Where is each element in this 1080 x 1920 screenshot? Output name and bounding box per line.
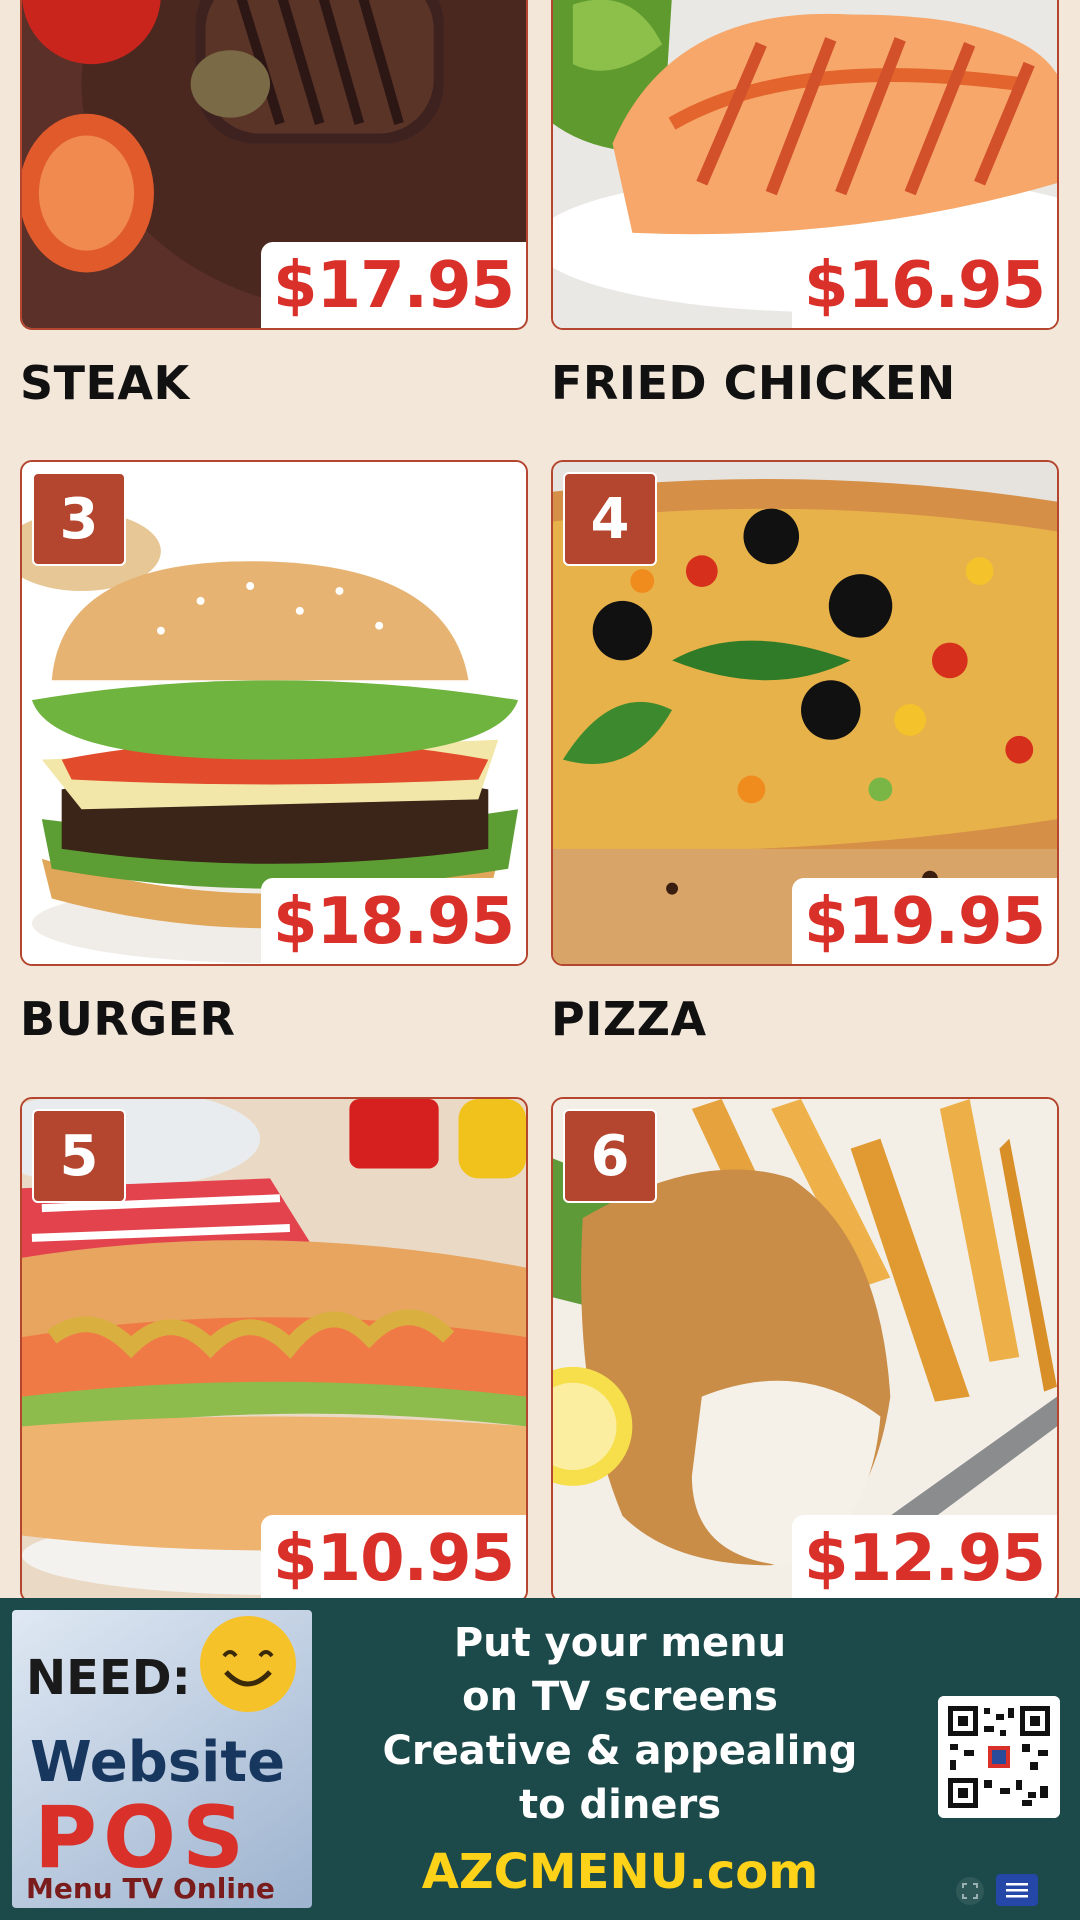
menu-card-steak[interactable]: $17.95 (20, 0, 528, 330)
hamburger-menu-icon[interactable] (996, 1874, 1038, 1906)
price-label: $18.95 (273, 885, 515, 959)
price-tag: $18.95 (261, 878, 526, 964)
item-number-badge: 4 (563, 472, 657, 566)
item-number-badge: 5 (32, 1109, 126, 1203)
menu-card-pizza[interactable]: 4 $19.95 (551, 460, 1059, 966)
price-label: $10.95 (273, 1522, 515, 1596)
site-link[interactable]: AZCMENU.com (330, 1844, 910, 1900)
price-tag: $19.95 (792, 878, 1057, 964)
promo-banner[interactable]: NEED: Website POS Menu TV Online Put you… (0, 1598, 1080, 1920)
banner-tagline: Put your menu on TV screens Creative & a… (330, 1616, 910, 1832)
item-name-steak: STEAK (20, 356, 190, 410)
item-name-fried-chicken: FRIED CHICKEN (551, 356, 956, 410)
tagline-line: on TV screens (462, 1674, 778, 1720)
qr-code[interactable] (938, 1696, 1060, 1818)
menu-card-fried-chicken[interactable]: $16.95 (551, 0, 1059, 330)
price-tag: $17.95 (261, 242, 526, 328)
tagline-line: to diners (518, 1782, 721, 1828)
tagline-line: Put your menu (453, 1620, 787, 1666)
price-tag: $10.95 (261, 1515, 526, 1601)
item-number-badge: 6 (563, 1109, 657, 1203)
item-name-burger: BURGER (20, 992, 236, 1046)
menu-card-fish[interactable]: 6 $12.95 (551, 1097, 1059, 1603)
smiley-icon (200, 1616, 296, 1712)
item-name-pizza: PIZZA (551, 992, 707, 1046)
promo-need-text: NEED: (26, 1650, 191, 1706)
price-label: $17.95 (273, 249, 515, 323)
promo-website-text: Website (30, 1730, 286, 1795)
price-tag: $12.95 (792, 1515, 1057, 1601)
price-tag: $16.95 (792, 242, 1057, 328)
fullscreen-icon[interactable] (955, 1876, 985, 1906)
promo-menu-tv-text: Menu TV Online (26, 1872, 275, 1905)
menu-card-burger[interactable]: 3 $18.95 (20, 460, 528, 966)
tagline-line: Creative & appealing (382, 1728, 858, 1774)
price-label: $19.95 (804, 885, 1046, 959)
price-label: $12.95 (804, 1522, 1046, 1596)
price-label: $16.95 (804, 249, 1046, 323)
azcmenu-promo-graphic: NEED: Website POS Menu TV Online (12, 1610, 312, 1908)
menu-card-hot-dog[interactable]: 5 $10.95 (20, 1097, 528, 1603)
item-number-badge: 3 (32, 472, 126, 566)
